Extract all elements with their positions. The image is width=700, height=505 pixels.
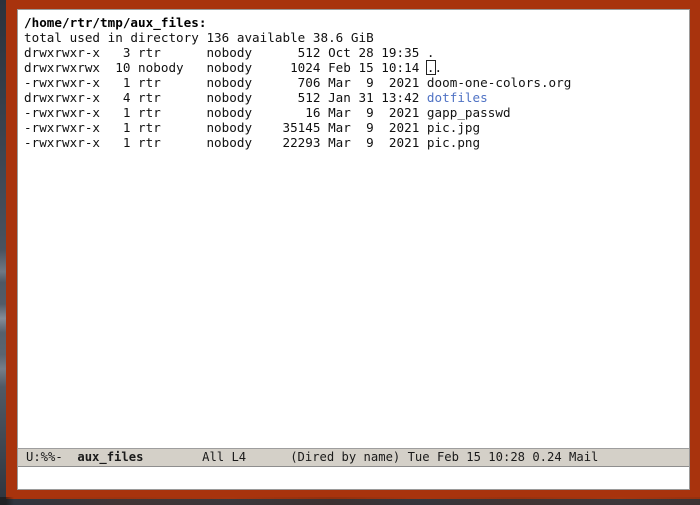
dired-entry-name[interactable]: .	[427, 45, 435, 60]
dired-entry-name[interactable]: .	[435, 60, 443, 75]
dired-entry-row[interactable]: -rwxrwxr-x 1 rtr nobody 22293 Mar 9 2021…	[24, 135, 689, 150]
mode-line-position: All L4	[202, 450, 247, 464]
mode-line[interactable]: U:%%- aux_files All L4 (Dired by name) T…	[18, 448, 689, 467]
dired-entry-meta: -rwxrwxr-x 1 rtr nobody 22293 Mar 9 2021	[24, 135, 427, 150]
dired-entry-meta: drwxrwxr-x 3 rtr nobody 512 Oct 28 19:35	[24, 45, 427, 60]
emacs-window-inner: /home/rtr/tmp/aux_files: total used in d…	[17, 9, 690, 490]
mode-line-buffer-name[interactable]: aux_files	[77, 450, 143, 464]
dired-entry-row[interactable]: drwxrwxrwx 10 nobody nobody 1024 Feb 15 …	[24, 60, 689, 75]
dired-buffer[interactable]: /home/rtr/tmp/aux_files: total used in d…	[18, 10, 689, 448]
mode-line-gap-1	[63, 450, 78, 464]
taskbar-blur-artifact	[0, 497, 700, 505]
emacs-window-frame[interactable]: /home/rtr/tmp/aux_files: total used in d…	[6, 0, 700, 499]
dired-entry-meta: drwxrwxr-x 4 rtr nobody 512 Jan 31 13:42	[24, 90, 427, 105]
dired-entry-row[interactable]: drwxrwxr-x 4 rtr nobody 512 Jan 31 13:42…	[24, 90, 689, 105]
dired-entry-list[interactable]: drwxrwxr-x 3 rtr nobody 512 Oct 28 19:35…	[24, 45, 689, 150]
dired-entry-meta: drwxrwxrwx 10 nobody nobody 1024 Feb 15 …	[24, 60, 427, 75]
dired-entry-row[interactable]: -rwxrwxr-x 1 rtr nobody 35145 Mar 9 2021…	[24, 120, 689, 135]
dired-entry-row[interactable]: -rwxrwxr-x 1 rtr nobody 16 Mar 9 2021 ga…	[24, 105, 689, 120]
dired-entry-meta: -rwxrwxr-x 1 rtr nobody 16 Mar 9 2021	[24, 105, 427, 120]
dired-entry-row[interactable]: -rwxrwxr-x 1 rtr nobody 706 Mar 9 2021 d…	[24, 75, 689, 90]
mode-line-modified-indicator: U:%%-	[26, 450, 63, 464]
mode-line-gap-2	[143, 450, 202, 464]
mode-line-gap-3	[246, 450, 290, 464]
mode-line-gap-4	[400, 450, 407, 464]
mode-line-mail-indicator[interactable]: Mail	[569, 450, 598, 464]
mode-line-major-mode: (Dired by name)	[290, 450, 401, 464]
dired-summary-line: total used in directory 136 available 38…	[24, 30, 374, 45]
dired-entry-row[interactable]: drwxrwxr-x 3 rtr nobody 512 Oct 28 19:35…	[24, 45, 689, 60]
dired-entry-meta: -rwxrwxr-x 1 rtr nobody 35145 Mar 9 2021	[24, 120, 427, 135]
dired-entry-name[interactable]: gapp_passwd	[427, 105, 511, 120]
dired-directory-header: /home/rtr/tmp/aux_files:	[24, 15, 207, 30]
minibuffer[interactable]	[18, 467, 689, 489]
mode-line-gap-6	[562, 450, 569, 464]
dired-entry-name[interactable]: pic.jpg	[427, 120, 480, 135]
dired-entry-meta: -rwxrwxr-x 1 rtr nobody 706 Mar 9 2021	[24, 75, 427, 90]
mode-line-load-average: 0.24	[532, 450, 562, 464]
mode-line-clock: Tue Feb 15 10:28	[407, 450, 525, 464]
dired-entry-name[interactable]: dotfiles	[427, 90, 488, 105]
dired-entry-name[interactable]: doom-one-colors.org	[427, 75, 571, 90]
dired-entry-name[interactable]: pic.png	[427, 135, 480, 150]
